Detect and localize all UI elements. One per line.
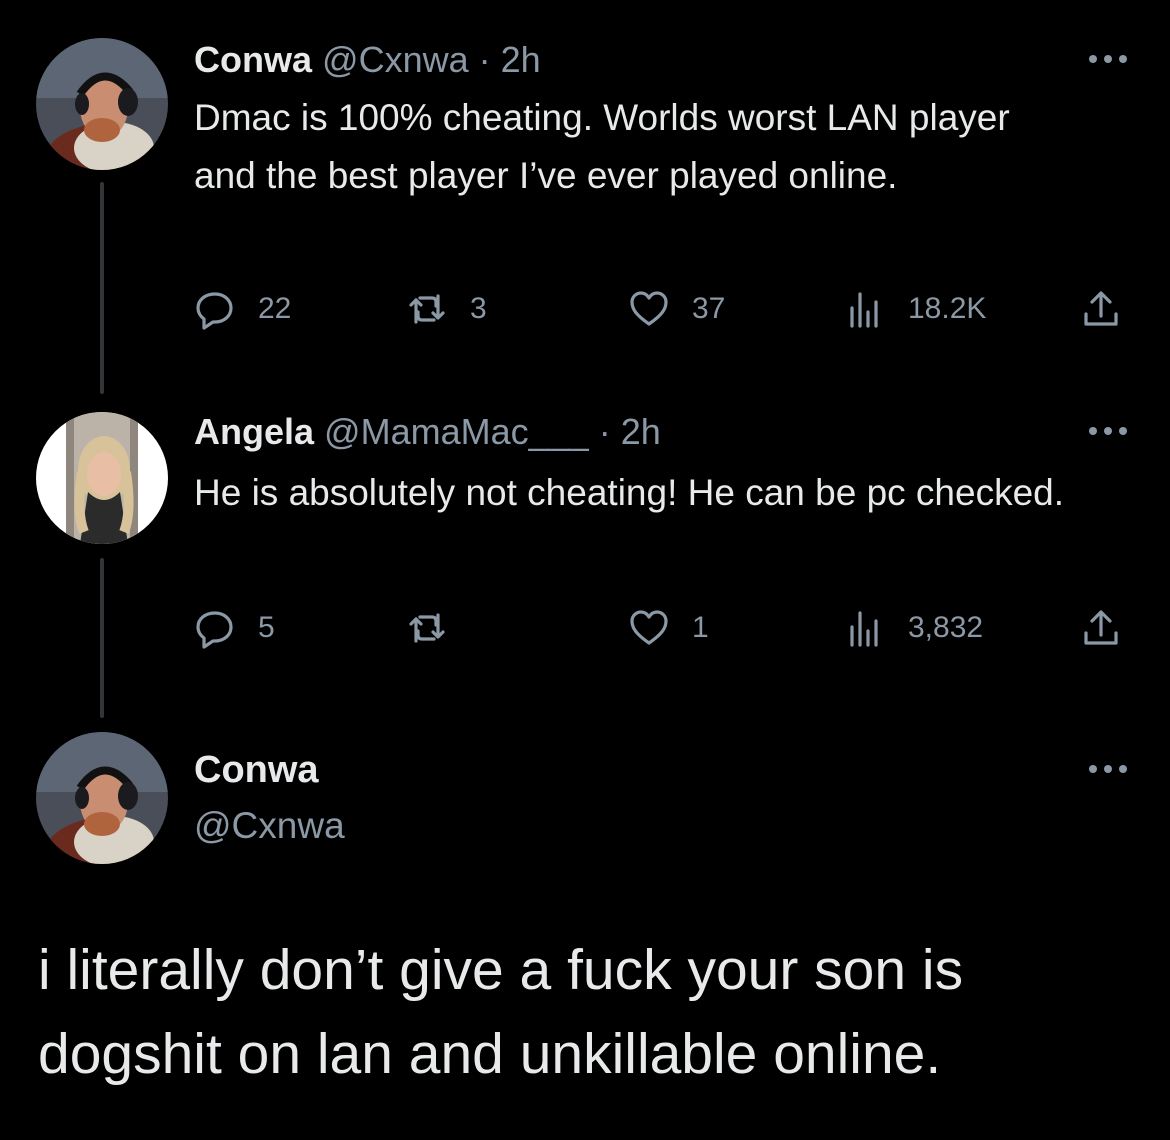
views-icon	[850, 611, 878, 647]
avatar-conwa[interactable]	[36, 38, 168, 170]
views-count: 3,832	[908, 611, 984, 644]
more-icon[interactable]	[1086, 762, 1130, 776]
tweet-text: He is absolutely not cheating! He can be…	[194, 472, 1065, 513]
more-icon[interactable]	[1086, 52, 1130, 66]
tweet-actions: 5 1 3,832	[194, 603, 1134, 653]
retweet-button[interactable]	[406, 603, 470, 653]
thread-connector	[100, 182, 104, 394]
separator-dot: ·	[478, 39, 491, 80]
like-count: 37	[692, 292, 726, 325]
retweet-button[interactable]: 3	[406, 284, 487, 334]
views-count: 18.2K	[908, 292, 987, 325]
share-button[interactable]	[1080, 603, 1122, 653]
tweet-text: Dmac is 100% cheating. Worlds worst LAN …	[194, 97, 1010, 196]
views-button[interactable]: 3,832	[844, 603, 983, 653]
reply-count: 5	[258, 611, 275, 644]
like-button[interactable]: 37	[628, 284, 725, 334]
retweet-icon	[409, 613, 445, 643]
reply-count: 22	[258, 292, 292, 325]
author-name[interactable]: Conwa	[194, 39, 312, 80]
views-button[interactable]: 18.2K	[844, 284, 986, 334]
separator-dot: ·	[598, 411, 611, 452]
author-handle[interactable]: @Cxnwa	[322, 39, 469, 80]
more-icon[interactable]	[1086, 424, 1130, 438]
reply-icon	[196, 611, 233, 649]
share-icon	[1084, 291, 1118, 326]
reply-icon	[196, 292, 233, 330]
tweet-timestamp[interactable]: 2h	[501, 39, 541, 80]
reply-button[interactable]: 22	[194, 284, 291, 334]
tweet-header: Angela @MamaMac___ · 2h	[194, 410, 661, 454]
tweet-timestamp[interactable]: 2h	[621, 411, 661, 452]
share-button[interactable]	[1080, 284, 1122, 334]
main-author-handle[interactable]: @Cxnwa	[194, 802, 345, 850]
like-count: 1	[692, 611, 709, 644]
tweet-header: Conwa @Cxnwa · 2h	[194, 38, 541, 82]
avatar-conwa-main[interactable]	[36, 732, 168, 864]
author-handle[interactable]: @MamaMac___	[324, 411, 589, 452]
thread-connector	[100, 558, 104, 718]
avatar-angela[interactable]	[36, 412, 168, 544]
reply-button[interactable]: 5	[194, 603, 275, 653]
retweet-icon	[409, 294, 445, 324]
main-author-name[interactable]: Conwa	[194, 746, 319, 794]
author-name[interactable]: Angela	[194, 411, 314, 452]
heart-icon	[630, 291, 668, 326]
retweet-count: 3	[470, 292, 487, 325]
like-button[interactable]: 1	[628, 603, 709, 653]
tweet-actions: 22 3 37 18.2K	[194, 284, 1134, 334]
views-icon	[850, 292, 878, 328]
heart-icon	[630, 610, 668, 645]
share-icon	[1084, 610, 1118, 645]
main-tweet-text: i literally don’t give a fuck your son i…	[38, 938, 964, 1086]
